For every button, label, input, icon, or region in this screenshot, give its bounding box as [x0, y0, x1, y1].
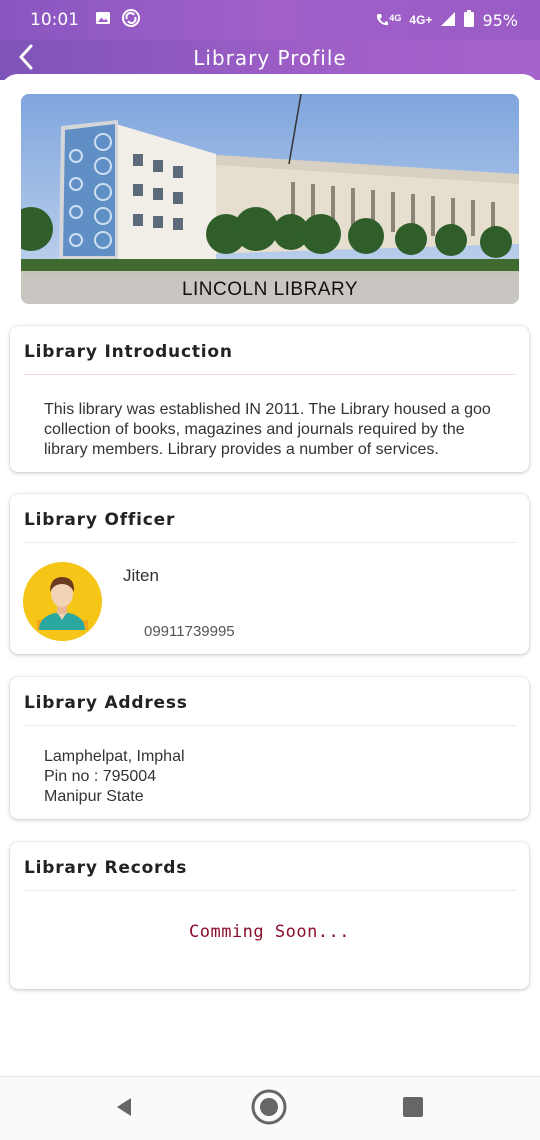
status-bar: 10:01 4G 4G+ 95% — [0, 0, 540, 40]
signal-icon — [440, 11, 456, 30]
divider — [23, 890, 516, 891]
divider — [23, 374, 516, 375]
volte-call-icon: 4G — [376, 13, 401, 27]
address-title: Library Address — [24, 693, 188, 713]
image-icon — [95, 10, 111, 30]
sync-icon — [121, 8, 141, 33]
home-circle-icon — [251, 1089, 287, 1130]
network-type: 4G+ — [409, 13, 433, 27]
address-card: Library Address Lamphelpat, Imphal Pin n… — [10, 677, 529, 819]
address-line: Lamphelpat, Imphal — [44, 748, 185, 765]
address-line: Pin no : 795004 — [44, 768, 157, 785]
nav-recents-button[interactable] — [395, 1091, 431, 1127]
records-status: Comming Soon... — [188, 922, 351, 942]
officer-phone[interactable]: 09911739995 — [144, 623, 235, 640]
back-triangle-icon — [113, 1096, 135, 1123]
photo-caption: LINCOLN LIBRARY — [21, 276, 519, 304]
divider — [23, 542, 516, 543]
content-area: LINCOLN LIBRARY Library Introduction Thi… — [0, 74, 540, 1076]
officer-name: Jiten — [123, 566, 159, 585]
introduction-line: library members. Library provides a numb… — [44, 441, 439, 458]
introduction-title: Library Introduction — [24, 342, 233, 362]
introduction-card: Library Introduction This library was es… — [10, 326, 529, 472]
person-avatar — [23, 562, 102, 641]
officer-title: Library Officer — [24, 510, 176, 530]
nav-back-button[interactable] — [106, 1091, 142, 1127]
recents-square-icon — [402, 1096, 424, 1123]
battery-icon — [464, 10, 475, 30]
records-card: Library Records Comming Soon... — [10, 842, 529, 989]
system-nav-bar — [0, 1076, 540, 1140]
status-time: 10:01 — [30, 10, 79, 30]
network-label: 4G — [389, 13, 402, 23]
library-photo: LINCOLN LIBRARY — [21, 94, 519, 304]
page-title: Library Profile — [193, 46, 347, 70]
introduction-text: This library was established IN 2011. Th… — [44, 400, 524, 460]
battery-level: 95% — [482, 10, 518, 30]
officer-card: Library Officer Jiten 09911739995 — [10, 494, 529, 654]
introduction-line: This library was established IN 2011. Th… — [44, 401, 491, 418]
address-text: Lamphelpat, Imphal Pin no : 795004 Manip… — [44, 747, 185, 807]
divider — [23, 725, 516, 726]
records-title: Library Records — [24, 858, 188, 878]
nav-home-button[interactable] — [251, 1089, 287, 1130]
address-line: Manipur State — [44, 788, 144, 805]
introduction-line: collection of books, magazines and journ… — [44, 421, 465, 438]
